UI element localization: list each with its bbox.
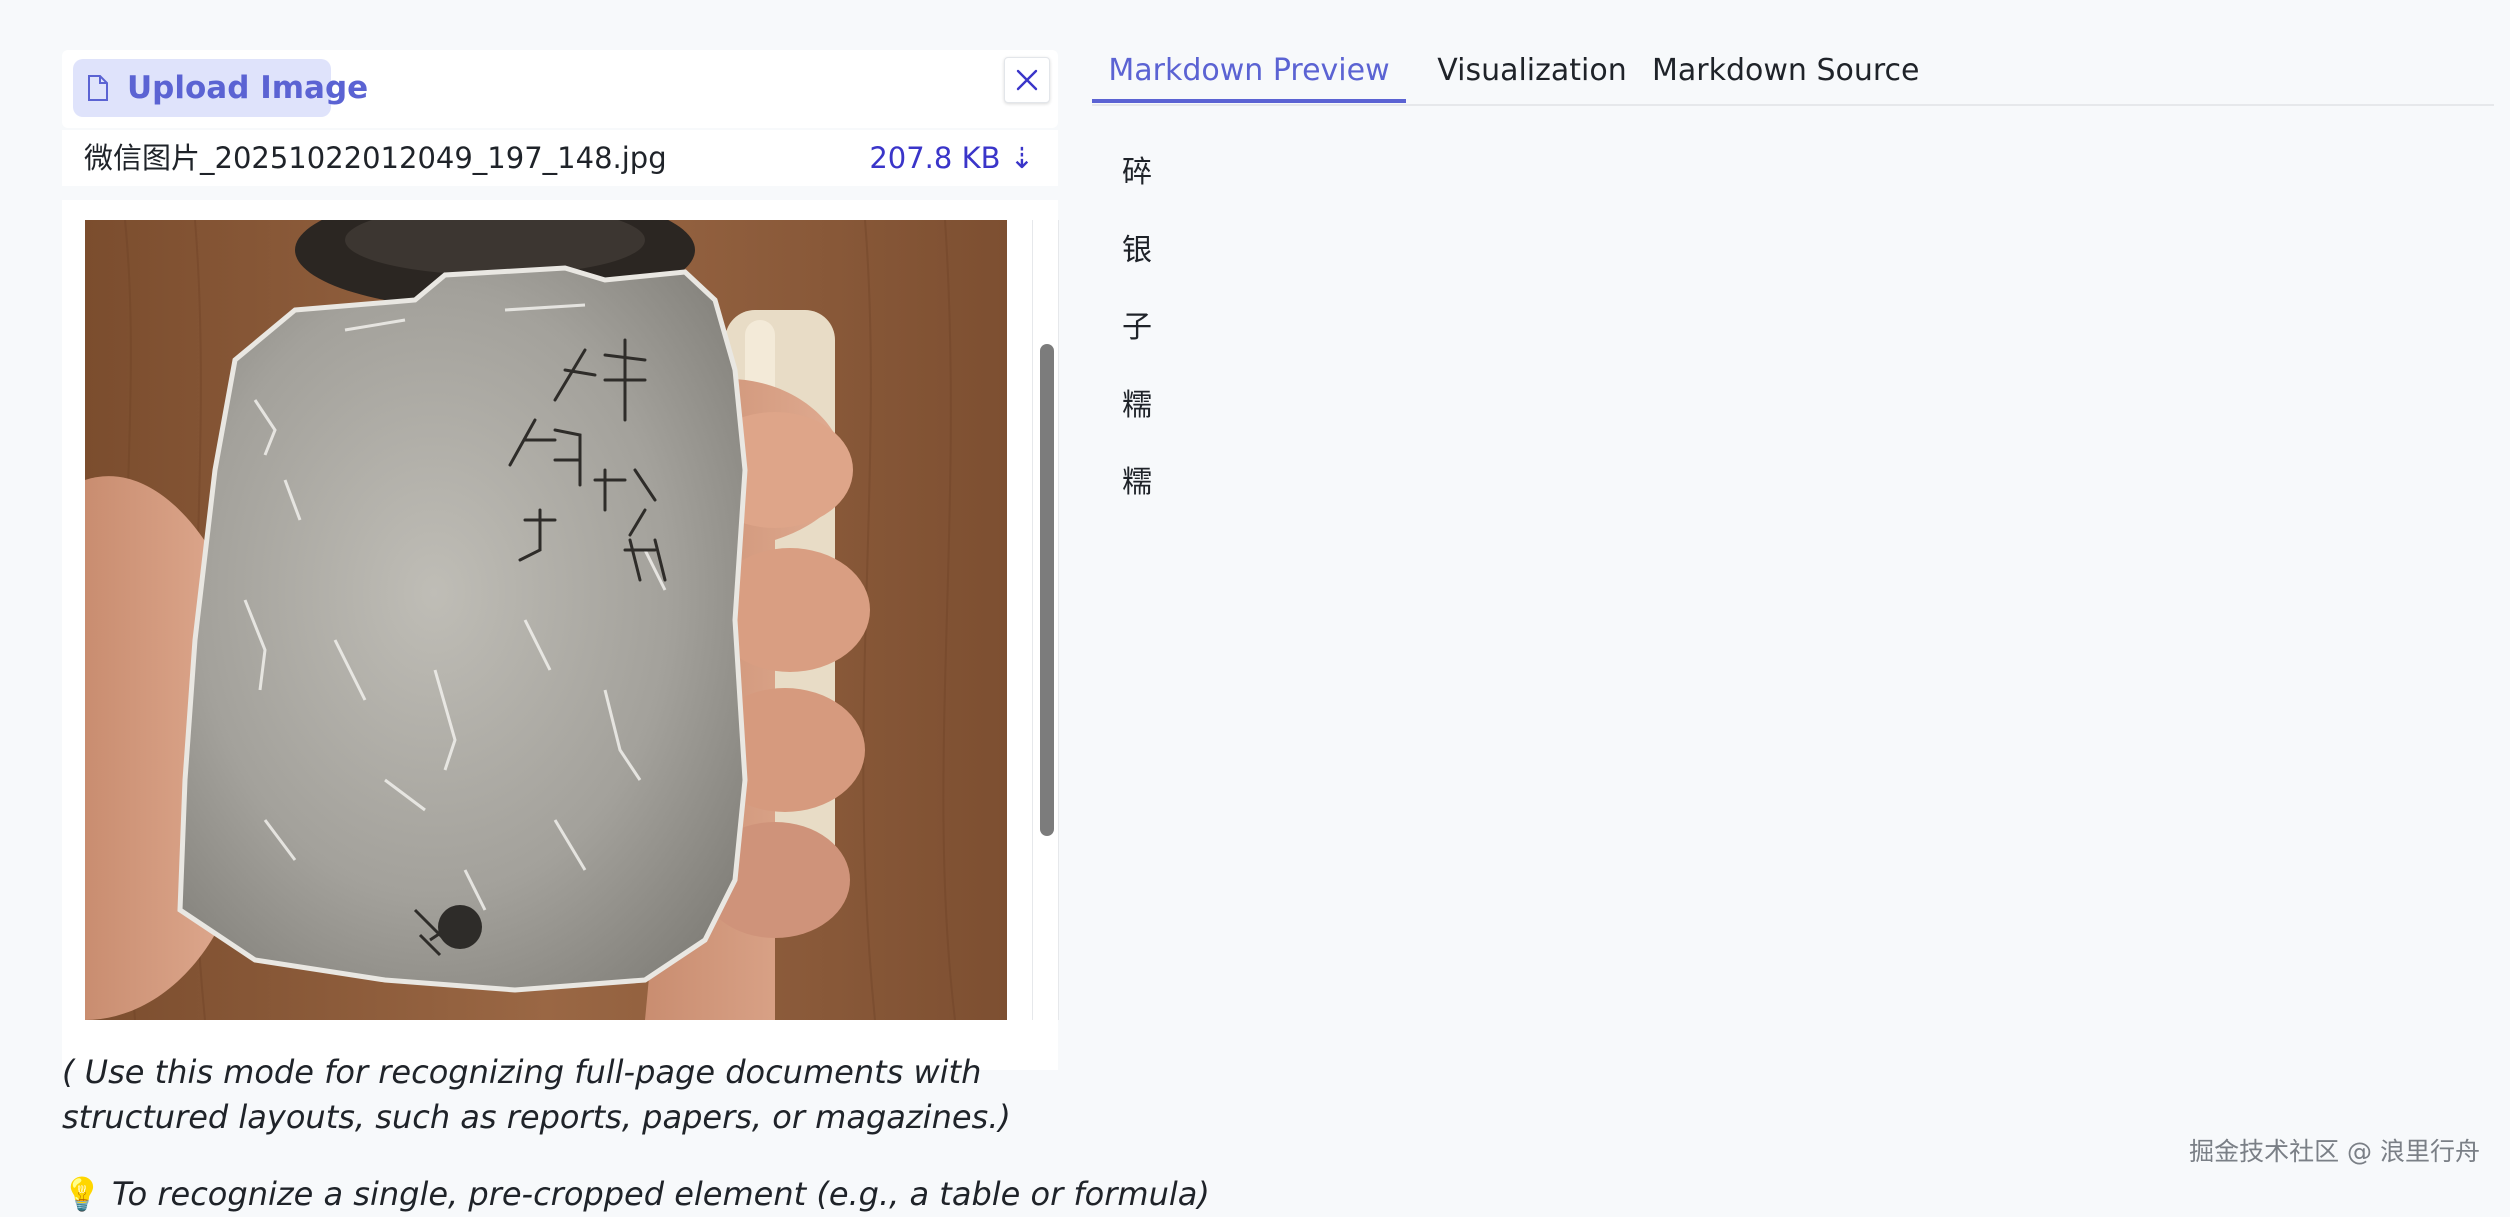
mode-hint-text: ( Use this mode for recognizing full-pag… xyxy=(62,1053,1011,1136)
close-button[interactable] xyxy=(1004,57,1050,103)
image-scrollbar-track xyxy=(1032,220,1033,1020)
file-row: 微信图片_20251022012049_197_148.jpg 207.8 KB… xyxy=(62,130,1058,186)
watermark: 掘金技术社区 @ 浪里行舟 xyxy=(2189,1137,2480,1166)
preview-line: 碎 xyxy=(1122,155,1152,190)
upload-image-button[interactable]: Upload Image xyxy=(73,59,368,117)
upload-image-label: Upload Image xyxy=(127,70,369,106)
file-icon xyxy=(88,75,108,101)
active-tab-indicator xyxy=(1092,99,1406,103)
image-scrollbar-thumb[interactable] xyxy=(1040,344,1054,836)
upload-panel: Upload Image 微信图片_20251022012049_197_148… xyxy=(62,50,1210,1213)
photo-illustration xyxy=(85,220,1007,1020)
image-viewer xyxy=(62,200,1059,1070)
viewer-divider xyxy=(1058,220,1059,1020)
file-size-download-link[interactable]: 207.8 KB ⇣ xyxy=(869,130,1034,186)
tab-markdown-source[interactable]: Markdown Source xyxy=(1652,40,1920,102)
tab-visualization[interactable]: Visualization xyxy=(1422,40,1642,102)
preview-line: 银 xyxy=(1122,233,1152,268)
preview-line: 糯 xyxy=(1122,465,1152,500)
file-name: 微信图片_20251022012049_197_148.jpg xyxy=(84,141,667,175)
tab-markdown-preview[interactable]: Markdown Preview xyxy=(1092,40,1406,102)
tip-label: To recognize a single, pre-cropped eleme… xyxy=(112,1175,1210,1213)
lightbulb-icon: 💡 xyxy=(62,1175,102,1213)
preview-line: 子 xyxy=(1122,310,1152,345)
tip-text: 💡 To recognize a single, pre-cropped ele… xyxy=(62,1172,1210,1217)
preview-line: 糯 xyxy=(1122,388,1152,423)
upload-bar: Upload Image xyxy=(62,50,1058,128)
result-tabs: Markdown Preview Visualization Markdown … xyxy=(1092,40,2494,106)
uploaded-photo xyxy=(85,220,1007,1020)
close-icon xyxy=(1016,69,1038,91)
